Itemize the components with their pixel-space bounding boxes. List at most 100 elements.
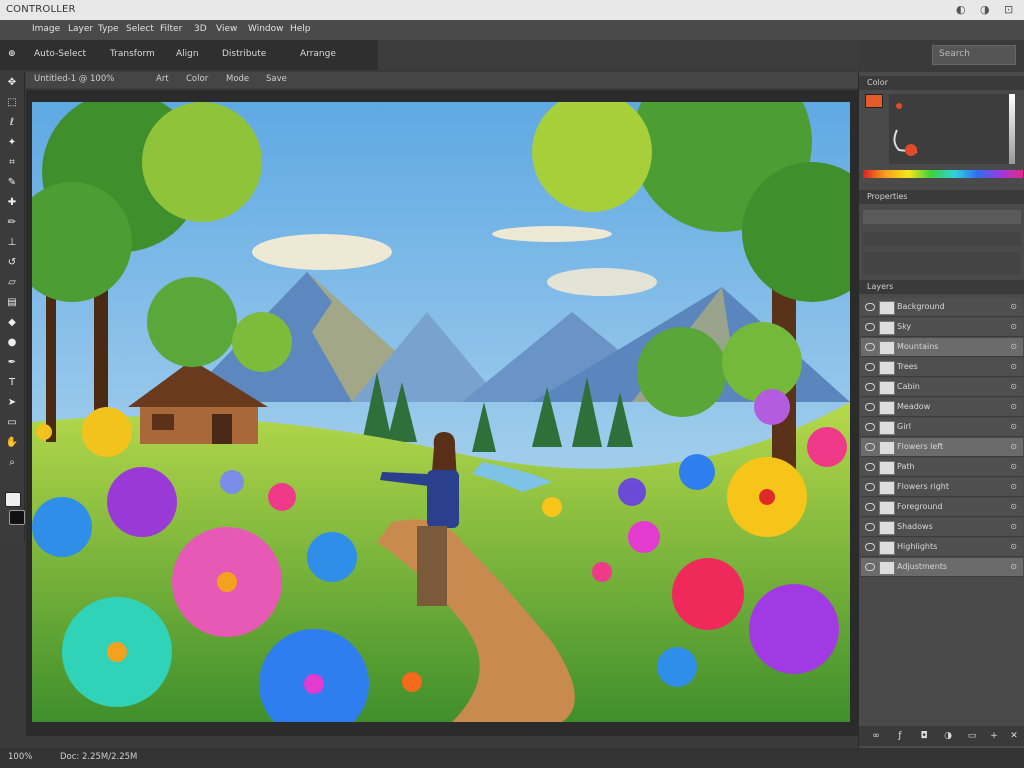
gradient-icon[interactable]: ▤ — [5, 296, 19, 309]
blur-icon[interactable]: ◆ — [5, 316, 19, 329]
lock-icon[interactable]: ⊙ — [1010, 382, 1017, 391]
lock-icon[interactable]: ⊙ — [1010, 302, 1017, 311]
properties-field[interactable] — [863, 210, 1021, 224]
color-panel-header[interactable]: Color — [859, 76, 1024, 90]
lock-icon[interactable]: ⊙ — [1010, 342, 1017, 351]
mask-icon[interactable]: ◘ — [917, 730, 931, 742]
lock-icon[interactable]: ⊙ — [1010, 562, 1017, 571]
option-align[interactable]: Align — [176, 49, 199, 59]
option-distribute[interactable]: Distribute — [222, 49, 266, 59]
layer-row[interactable]: Flowers right ⊙ — [861, 478, 1023, 497]
lock-icon[interactable]: ⊙ — [1010, 442, 1017, 451]
layer-row[interactable]: Cabin ⊙ — [861, 378, 1023, 397]
lock-icon[interactable]: ⊙ — [1010, 522, 1017, 531]
swatch-fg-icon[interactable] — [5, 492, 21, 507]
zoom-icon[interactable]: ⌕ — [5, 456, 19, 469]
adjustment-icon[interactable]: ◑ — [941, 730, 955, 742]
menu-layer[interactable]: Layer — [68, 24, 93, 34]
foreground-color-swatch[interactable] — [865, 94, 883, 108]
lock-icon[interactable]: ⊙ — [1010, 422, 1017, 431]
visibility-eye-icon[interactable] — [865, 343, 875, 351]
lasso-icon[interactable]: ℓ — [5, 116, 19, 129]
option-auto-select[interactable]: Auto-Select — [34, 49, 86, 59]
properties-panel-header[interactable]: Properties — [859, 190, 1024, 204]
menu-filter[interactable]: Filter — [160, 24, 182, 34]
folder-icon[interactable]: ▭ — [965, 730, 979, 742]
swatch-bg-icon[interactable] — [9, 510, 25, 525]
layer-row[interactable]: Sky ⊙ — [861, 318, 1023, 337]
wand-icon[interactable]: ✦ — [5, 136, 19, 149]
visibility-eye-icon[interactable] — [865, 463, 875, 471]
fx-icon[interactable]: ƒ — [893, 730, 907, 742]
visibility-eye-icon[interactable] — [865, 483, 875, 491]
close-button[interactable]: ⊡ — [1004, 3, 1013, 16]
stamp-icon[interactable]: ⊥ — [5, 236, 19, 249]
layer-row[interactable]: Foreground ⊙ — [861, 498, 1023, 517]
visibility-eye-icon[interactable] — [865, 563, 875, 571]
tab-document[interactable]: Untitled-1 @ 100% — [34, 74, 114, 84]
type-icon[interactable]: T — [5, 376, 19, 389]
lock-icon[interactable]: ⊙ — [1010, 542, 1017, 551]
layer-row-selected[interactable]: Flowers left ⊙ — [861, 438, 1023, 457]
option-arrange[interactable]: Arrange — [300, 49, 336, 59]
pen-icon[interactable]: ✒ — [5, 356, 19, 369]
tab-save[interactable]: Save — [266, 74, 287, 84]
move-icon[interactable]: ✥ — [5, 76, 19, 89]
menu-3d[interactable]: 3D — [194, 24, 207, 34]
visibility-eye-icon[interactable] — [865, 303, 875, 311]
hand-icon[interactable]: ✋ — [5, 436, 19, 449]
menu-image[interactable]: Image — [32, 24, 60, 34]
brush-icon[interactable]: ✏ — [5, 216, 19, 229]
visibility-eye-icon[interactable] — [865, 323, 875, 331]
heal-icon[interactable]: ✚ — [5, 196, 19, 209]
zoom-level[interactable]: 100% — [8, 752, 32, 762]
hue-spectrum-bar[interactable] — [863, 170, 1023, 178]
lock-icon[interactable]: ⊙ — [1010, 482, 1017, 491]
maximize-button[interactable]: ◑ — [980, 3, 990, 16]
layer-row[interactable]: Highlights ⊙ — [861, 538, 1023, 557]
layer-row[interactable]: Background ⊙ — [861, 298, 1023, 317]
path-icon[interactable]: ➤ — [5, 396, 19, 409]
visibility-eye-icon[interactable] — [865, 383, 875, 391]
menu-type[interactable]: Type — [98, 24, 119, 34]
trash-icon[interactable]: ✕ — [1007, 730, 1021, 742]
menu-select[interactable]: Select — [126, 24, 154, 34]
eyedropper-icon[interactable]: ✎ — [5, 176, 19, 189]
menu-window[interactable]: Window — [248, 24, 284, 34]
visibility-eye-icon[interactable] — [865, 443, 875, 451]
tab-color[interactable]: Color — [186, 74, 208, 84]
layers-panel-header[interactable]: Layers — [859, 280, 1024, 294]
visibility-eye-icon[interactable] — [865, 543, 875, 551]
marquee-icon[interactable]: ⬚ — [5, 96, 19, 109]
tab-mode[interactable]: Mode — [226, 74, 249, 84]
shape-icon[interactable]: ▭ — [5, 416, 19, 429]
brightness-slider[interactable] — [1009, 94, 1015, 164]
dodge-icon[interactable]: ● — [5, 336, 19, 349]
layer-row[interactable]: Path ⊙ — [861, 458, 1023, 477]
layer-row[interactable]: Girl ⊙ — [861, 418, 1023, 437]
layer-row-selected[interactable]: Mountains ⊙ — [861, 338, 1023, 357]
menu-help[interactable]: Help — [290, 24, 311, 34]
move-tool-icon[interactable]: ⊕ — [8, 49, 16, 59]
visibility-eye-icon[interactable] — [865, 363, 875, 371]
menu-view[interactable]: View — [216, 24, 237, 34]
crop-icon[interactable]: ⌗ — [5, 156, 19, 169]
lock-icon[interactable]: ⊙ — [1010, 362, 1017, 371]
artwork-image[interactable] — [32, 102, 850, 722]
lock-icon[interactable]: ⊙ — [1010, 462, 1017, 471]
visibility-eye-icon[interactable] — [865, 423, 875, 431]
tab-art[interactable]: Art — [156, 74, 169, 84]
history-icon[interactable]: ↺ — [5, 256, 19, 269]
visibility-eye-icon[interactable] — [865, 503, 875, 511]
visibility-eye-icon[interactable] — [865, 403, 875, 411]
layer-row[interactable]: Trees ⊙ — [861, 358, 1023, 377]
lock-icon[interactable]: ⊙ — [1010, 502, 1017, 511]
layer-row[interactable]: Shadows ⊙ — [861, 518, 1023, 537]
new-layer-icon[interactable]: + — [987, 730, 1001, 742]
layer-row[interactable]: Meadow ⊙ — [861, 398, 1023, 417]
option-transform[interactable]: Transform — [110, 49, 155, 59]
eraser-icon[interactable]: ▱ — [5, 276, 19, 289]
layer-row-selected[interactable]: Adjustments ⊙ — [861, 558, 1023, 577]
link-layers-icon[interactable]: ∞ — [869, 730, 883, 742]
lock-icon[interactable]: ⊙ — [1010, 322, 1017, 331]
